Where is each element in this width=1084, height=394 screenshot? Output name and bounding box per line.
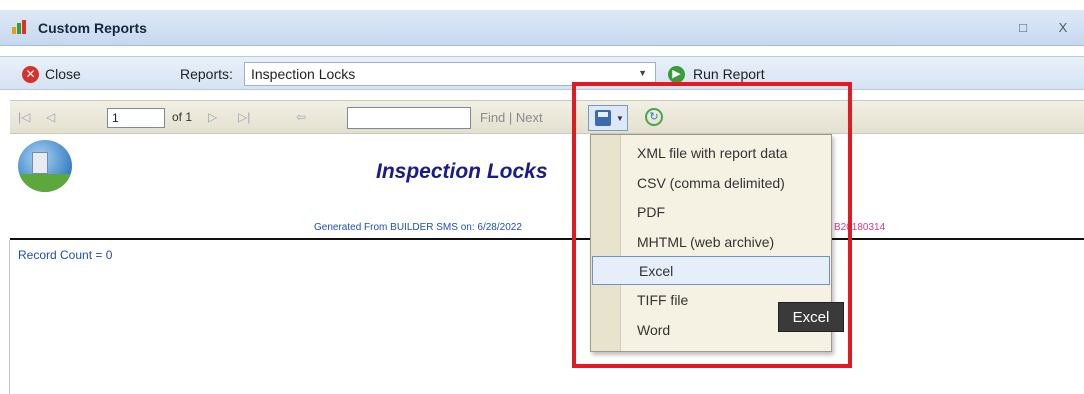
close-icon: ✕ bbox=[22, 65, 39, 83]
ground-graphic bbox=[18, 174, 72, 192]
first-page-icon[interactable]: |◁ bbox=[18, 108, 30, 126]
report-logo bbox=[18, 140, 72, 192]
restore-button[interactable]: □ bbox=[1014, 19, 1032, 37]
page-number-input[interactable]: 1 bbox=[107, 108, 165, 128]
menu-item-xml[interactable]: XML file with report data bbox=[591, 139, 831, 168]
menu-item-mhtml[interactable]: MHTML (web archive) bbox=[591, 228, 831, 257]
menu-item-label: Excel bbox=[639, 263, 674, 279]
close-button-label: Close bbox=[45, 66, 81, 82]
find-next-link[interactable]: Find | Next bbox=[480, 110, 543, 125]
content-left-border bbox=[9, 240, 10, 394]
export-button[interactable]: ▼ bbox=[588, 105, 628, 131]
reports-select-value: Inspection Locks bbox=[251, 66, 356, 82]
app-icon bbox=[12, 20, 26, 34]
generated-info: Generated From BUILDER SMS on: 6/28/2022 bbox=[314, 222, 522, 233]
report-viewer-toolbar: |◁ ◁ 1 of 1 ▷ ▷| ⇦ Find | Next ▼ ↻ bbox=[10, 100, 1084, 134]
menu-item-label: TIFF file bbox=[637, 292, 689, 308]
close-button[interactable]: ✕ Close bbox=[22, 64, 81, 84]
record-count: Record Count = 0 bbox=[18, 248, 113, 262]
next-page-icon[interactable]: ▷ bbox=[208, 108, 217, 126]
play-icon: ▶ bbox=[668, 65, 685, 83]
menu-item-label: XML file with report data bbox=[637, 145, 788, 161]
building-icon bbox=[32, 152, 48, 174]
close-window-button[interactable]: X bbox=[1054, 19, 1072, 37]
save-icon bbox=[595, 110, 611, 126]
menu-item-label: MHTML (web archive) bbox=[637, 234, 775, 250]
run-report-label: Run Report bbox=[693, 66, 765, 82]
previous-page-icon[interactable]: ◁ bbox=[46, 108, 55, 126]
menu-item-label: CSV (comma delimited) bbox=[637, 175, 785, 191]
chevron-down-icon[interactable]: ▼ bbox=[638, 68, 647, 78]
find-input[interactable] bbox=[347, 107, 471, 129]
report-title: Inspection Locks bbox=[376, 160, 548, 183]
menu-item-pdf[interactable]: PDF bbox=[591, 198, 831, 227]
window-title-bar: Custom Reports □ X bbox=[0, 10, 1084, 46]
main-toolbar: ✕ Close Reports: Inspection Locks ▼ ▶ Ru… bbox=[0, 56, 1084, 90]
generated-version: B20180314 bbox=[834, 222, 886, 233]
excel-tooltip: Excel bbox=[778, 302, 844, 332]
menu-item-excel[interactable]: Excel bbox=[592, 256, 830, 285]
reports-select[interactable]: Inspection Locks ▼ bbox=[244, 62, 656, 86]
reports-label: Reports: bbox=[180, 66, 233, 82]
back-icon[interactable]: ⇦ bbox=[296, 108, 306, 126]
last-page-icon[interactable]: ▷| bbox=[238, 108, 250, 126]
refresh-icon[interactable]: ↻ bbox=[645, 108, 663, 126]
report-divider bbox=[10, 238, 1084, 240]
menu-item-label: Word bbox=[637, 322, 671, 338]
window-title: Custom Reports bbox=[38, 20, 147, 36]
run-report-button[interactable]: ▶ Run Report bbox=[668, 64, 765, 84]
page-count-label: of 1 bbox=[172, 110, 193, 124]
menu-item-csv[interactable]: CSV (comma delimited) bbox=[591, 169, 831, 198]
menu-item-label: PDF bbox=[637, 204, 665, 220]
chevron-down-icon: ▼ bbox=[616, 114, 624, 123]
